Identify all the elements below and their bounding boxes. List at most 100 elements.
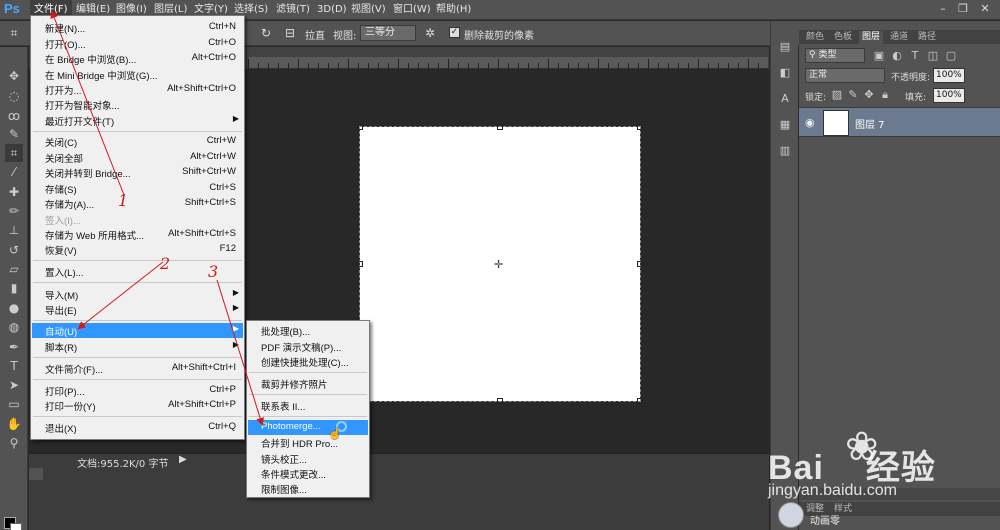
clone-source-panel-icon[interactable]: ▥ [777,143,793,159]
opacity-input[interactable]: 100% [933,68,965,83]
menu-item-open-as[interactable]: 打开为... Alt+Shift+Ctrl+O [32,82,243,97]
delete-cropped-checkbox[interactable]: ✓ [449,27,460,38]
menu-item-file-info[interactable]: 文件简介(F)... Alt+Shift+Ctrl+I [32,361,243,376]
eyedropper-tool-icon[interactable]: ⁄ [5,163,23,181]
menu-3d[interactable]: 3D(D) [313,0,351,20]
submenu-item-lens-correction[interactable]: 镜头校正... [248,451,368,466]
restore-icon[interactable]: ❐ [956,3,970,15]
quick-select-tool-icon[interactable]: ✎ [5,125,23,143]
blend-mode-select[interactable]: 正常 [805,68,885,83]
history-brush-icon[interactable]: ↺ [5,241,23,259]
menu-item-open-smart-object[interactable]: 打开为智能对象... [32,97,243,112]
menu-view[interactable]: 视图(V) [347,0,390,20]
background-color-swatch[interactable] [10,523,22,530]
eraser-tool-icon[interactable]: ▱ [5,260,23,278]
lasso-tool-icon[interactable]: ꝏ [5,107,23,125]
lock-all-icon[interactable]: 🔒︎ [877,87,893,103]
crop-handle-b[interactable] [497,398,503,404]
menu-item-save-for-web[interactable]: 存储为 Web 所用格式... Alt+Shift+Ctrl+S [32,227,243,242]
gear-icon[interactable]: ✲ [422,25,438,41]
tab-layers[interactable]: 图层 [859,31,884,44]
straighten-icon[interactable]: ⊟ [282,25,298,41]
menu-item-save[interactable]: 存储(S) Ctrl+S [32,181,243,196]
menu-item-import[interactable]: 导入(M) ▶ [32,287,243,302]
bottom-panel-tab[interactable] [29,468,43,480]
crop-handle-tr[interactable] [637,124,643,130]
view-select[interactable]: 三等分 [360,25,416,41]
close-icon[interactable]: ✕ [978,3,992,15]
submenu-item-create-droplet[interactable]: 创建快捷批处理(C)... [248,354,368,369]
submenu-item-conditional-mode[interactable]: 条件模式更改... [248,466,368,481]
stamp-tool-icon[interactable]: ⊥ [5,221,23,239]
minimize-icon[interactable]: – [936,3,950,15]
menu-item-close[interactable]: 关闭(C) Ctrl+W [32,134,243,149]
reset-icon[interactable]: ↻ [258,25,274,41]
submenu-item-batch[interactable]: 批处理(B)... [248,323,368,338]
layer-row[interactable]: ◉ 图层 7 [799,107,1000,137]
adjustment-filter-icon[interactable]: ◐ [889,48,905,64]
dodge-tool-icon[interactable]: ◍ [5,318,23,336]
menu-item-print-one-copy[interactable]: 打印一份(Y) Alt+Shift+Ctrl+P [32,398,243,413]
brush-panel-icon[interactable]: ▦ [777,117,793,133]
character-panel-icon[interactable]: A [777,91,793,107]
type-filter-icon[interactable]: T [907,48,923,64]
healing-tool-icon[interactable]: ✚ [5,183,23,201]
menu-item-scripts[interactable]: 脚本(R) ▶ [32,339,243,354]
menu-window[interactable]: 窗口(W) [389,0,435,20]
tab-color[interactable]: 颜色 [803,31,827,44]
path-select-tool-icon[interactable]: ➤ [5,376,23,394]
document-canvas[interactable]: ✛ [357,124,643,404]
menu-item-revert[interactable]: 恢复(V) F12 [32,242,243,257]
fill-input[interactable]: 100% [933,88,965,103]
crop-handle-l[interactable] [357,261,363,267]
menu-item-exit[interactable]: 退出(X) Ctrl+Q [32,420,243,435]
zoom-tool-icon[interactable]: ⚲ [5,434,23,452]
menu-item-export[interactable]: 导出(E) ▶ [32,302,243,317]
hand-tool-icon[interactable]: ✋ [5,415,23,433]
menu-item-browse-mini-bridge[interactable]: 在 Mini Bridge 中浏览(G)... [32,67,243,82]
menu-item-save-as[interactable]: 存储为(A)... Shift+Ctrl+S [32,196,243,211]
blur-tool-icon[interactable]: ● [5,299,23,317]
brush-tool-icon[interactable]: ✏ [5,202,23,220]
straighten-label[interactable]: 拉直 [305,27,325,42]
lock-position-icon[interactable]: ✥ [861,87,877,103]
menu-item-new[interactable]: 新建(N)... Ctrl+N [32,20,243,35]
menu-help[interactable]: 帮助(H) [432,0,475,20]
menu-item-recent-files[interactable]: 最近打开文件(T) ▶ [32,113,243,128]
crop-handle-r[interactable] [637,261,643,267]
menu-item-automate[interactable]: 自动(U) ▶ [32,323,243,338]
menu-item-close-go-bridge[interactable]: 关闭并转到 Bridge... Shift+Ctrl+W [32,165,243,180]
layer-name[interactable]: 图层 7 [855,116,885,131]
tab-paths[interactable]: 路径 [915,31,939,44]
properties-panel-icon[interactable]: ◧ [777,65,793,81]
type-tool-icon[interactable]: T [5,357,23,375]
smart-object-filter-icon[interactable]: ▢ [943,48,959,64]
tab-channels[interactable]: 通道 [887,31,911,44]
menu-filter[interactable]: 滤镜(T) [272,0,314,20]
crop-tool-icon[interactable]: ⌗ [5,144,23,162]
menu-item-close-all[interactable]: 关闭全部 Alt+Ctrl+W [32,150,243,165]
move-tool-icon[interactable]: ✥ [5,67,23,85]
menu-item-open[interactable]: 打开(O)... Ctrl+O [32,36,243,51]
eye-icon[interactable]: ◉ [805,116,815,129]
crop-handle-tl[interactable] [357,124,363,130]
lock-image-icon[interactable]: ✎ [845,87,861,103]
tab-swatches[interactable]: 色板 [831,31,855,44]
submenu-item-contact-sheet[interactable]: 联系表 II... [248,398,368,413]
pixel-filter-icon[interactable]: ▣ [871,48,887,64]
marquee-tool-icon[interactable]: ◌ [5,87,23,105]
shape-tool-icon[interactable]: ▭ [5,395,23,413]
submenu-item-pdf-presentation[interactable]: PDF 演示文稿(P)... [248,339,368,354]
lock-transparent-icon[interactable]: ▨ [829,87,845,103]
status-menu-arrow-icon[interactable]: ▶ [179,454,187,465]
submenu-item-photomerge[interactable]: Photomerge... ☝ [248,420,368,440]
submenu-item-fit-image[interactable]: 限制图像... [248,481,368,496]
pen-tool-icon[interactable]: ✒ [5,338,23,356]
submenu-item-crop-straighten[interactable]: 裁剪并修齐照片 [248,376,368,391]
gradient-tool-icon[interactable]: ▮ [5,279,23,297]
crop-handle-t[interactable] [497,124,503,130]
crop-handle-br[interactable] [637,398,643,404]
history-panel-icon[interactable]: ▤ [777,39,793,55]
menu-item-print[interactable]: 打印(P)... Ctrl+P [32,383,243,398]
menu-item-browse-bridge[interactable]: 在 Bridge 中浏览(B)... Alt+Ctrl+O [32,51,243,66]
